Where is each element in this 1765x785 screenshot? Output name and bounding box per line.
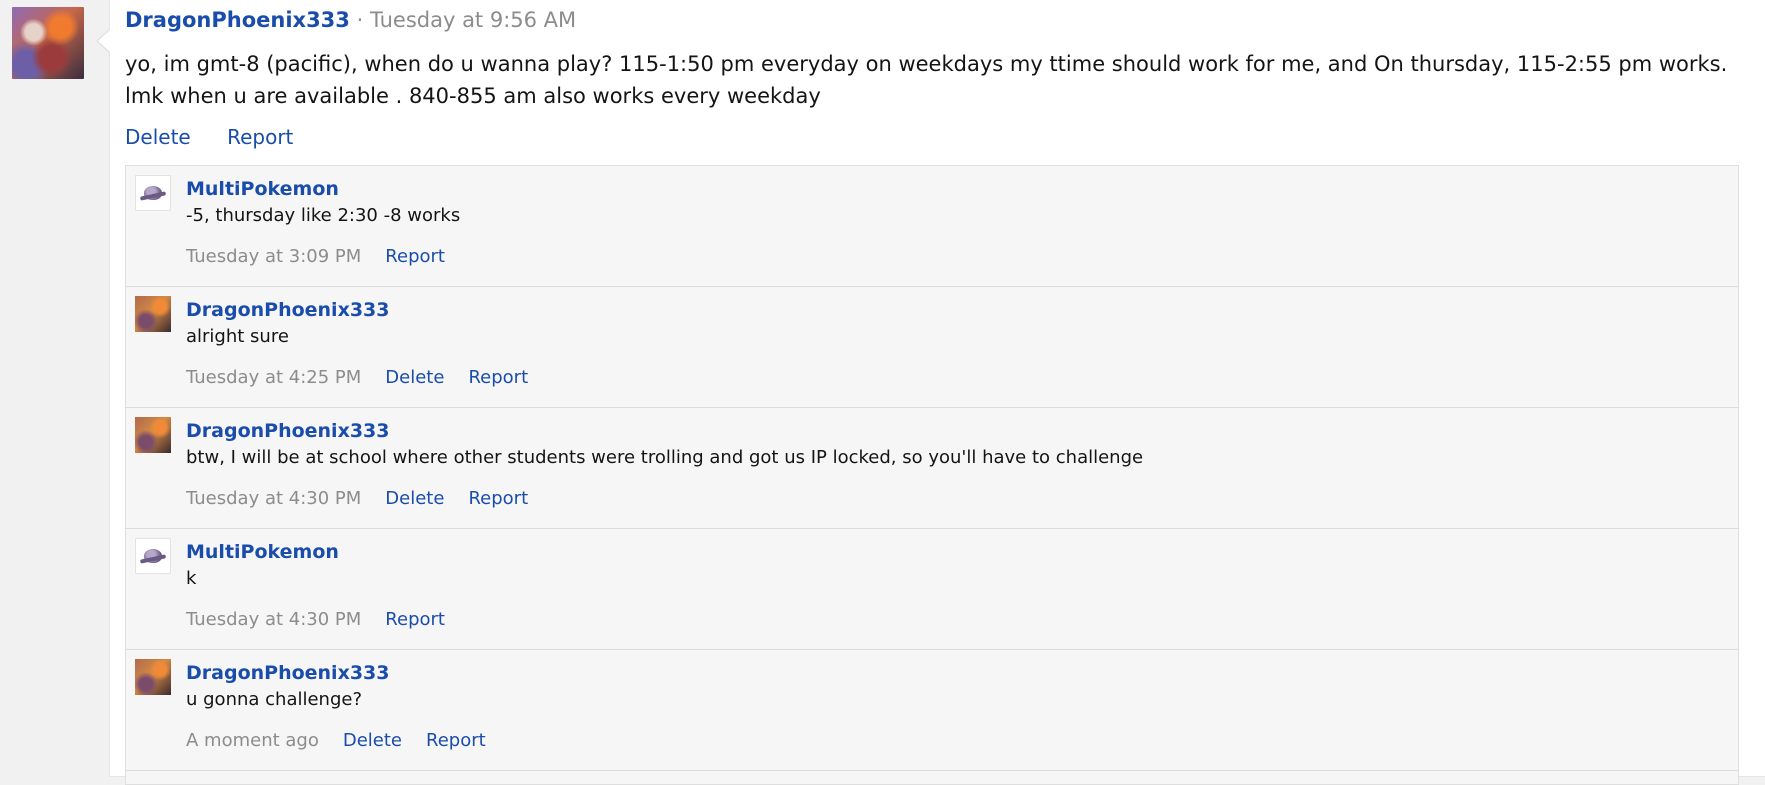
comment-time[interactable]: Tuesday at 4:25 PM bbox=[186, 367, 361, 388]
dragon-avatar[interactable] bbox=[135, 659, 171, 695]
comment-item: MultiPokemon k Tuesday at 4:30 PM Report bbox=[126, 529, 1738, 650]
comment-footer: A moment ago Delete Report bbox=[186, 730, 510, 751]
profile-avatar[interactable] bbox=[12, 7, 84, 79]
comment-list: MultiPokemon -5, thursday like 2:30 -8 w… bbox=[125, 165, 1739, 785]
comment-delete-link[interactable]: Delete bbox=[343, 730, 402, 751]
comment-report-link[interactable]: Report bbox=[385, 609, 445, 630]
comment-text: u gonna challenge? bbox=[186, 689, 363, 710]
comment-text: k bbox=[186, 568, 197, 589]
comment-author-link[interactable]: DragonPhoenix333 bbox=[186, 299, 390, 321]
comment-text: alright sure bbox=[186, 326, 289, 347]
comment-author-link[interactable]: MultiPokemon bbox=[186, 178, 339, 200]
comment-time[interactable]: A moment ago bbox=[186, 730, 319, 751]
post-report-link[interactable]: Report bbox=[227, 125, 293, 149]
post-separator: · bbox=[349, 8, 370, 32]
comment-report-link[interactable]: Report bbox=[468, 488, 528, 509]
pokemon-avatar[interactable] bbox=[135, 538, 171, 574]
pokemon-avatar[interactable] bbox=[135, 175, 171, 211]
dragon-avatar[interactable] bbox=[135, 296, 171, 332]
comment-author-link[interactable]: MultiPokemon bbox=[186, 541, 339, 563]
comment-author-link[interactable]: DragonPhoenix333 bbox=[186, 662, 390, 684]
pokemon-sprite-icon bbox=[144, 186, 162, 200]
comment-delete-link[interactable]: Delete bbox=[385, 367, 444, 388]
pokemon-sprite-icon bbox=[144, 549, 162, 563]
dragon-avatar[interactable] bbox=[135, 417, 171, 453]
comment-item: DragonPhoenix333 btw, I will be at schoo… bbox=[126, 408, 1738, 529]
comment-time[interactable]: Tuesday at 4:30 PM bbox=[186, 609, 361, 630]
comment-item: DragonPhoenix333 u gonna challenge? A mo… bbox=[126, 650, 1738, 771]
comment-author-link[interactable]: DragonPhoenix333 bbox=[186, 420, 390, 442]
comment-report-link[interactable]: Report bbox=[468, 367, 528, 388]
comment-footer: Tuesday at 3:09 PM Report bbox=[186, 246, 469, 267]
comment-text: -5, thursday like 2:30 -8 works bbox=[186, 205, 461, 226]
comment-report-link[interactable]: Report bbox=[426, 730, 486, 751]
post-actions: Delete Report bbox=[125, 125, 323, 149]
comment-item: DragonPhoenix333 alright sure Tuesday at… bbox=[126, 287, 1738, 408]
comment-footer: Tuesday at 4:25 PM Delete Report bbox=[186, 367, 552, 388]
card-pointer-inner bbox=[98, 29, 111, 53]
comment-footer: Tuesday at 4:30 PM Report bbox=[186, 609, 469, 630]
post-body: yo, im gmt-8 (pacific), when do u wanna … bbox=[125, 52, 1728, 108]
post-timestamp[interactable]: Tuesday at 9:56 AM bbox=[370, 8, 576, 32]
comment-text: btw, I will be at school where other stu… bbox=[186, 447, 1144, 468]
comment-report-link[interactable]: Report bbox=[385, 246, 445, 267]
post-header: DragonPhoenix333 · Tuesday at 9:56 AM bbox=[125, 8, 576, 32]
comment-item: MultiPokemon -5, thursday like 2:30 -8 w… bbox=[126, 166, 1738, 287]
post-author-link[interactable]: DragonPhoenix333 bbox=[125, 8, 350, 32]
comment-footer: Tuesday at 4:30 PM Delete Report bbox=[186, 488, 552, 509]
comment-time[interactable]: Tuesday at 3:09 PM bbox=[186, 246, 361, 267]
post-delete-link[interactable]: Delete bbox=[125, 125, 191, 149]
comment-delete-link[interactable]: Delete bbox=[385, 488, 444, 509]
comment-time[interactable]: Tuesday at 4:30 PM bbox=[186, 488, 361, 509]
